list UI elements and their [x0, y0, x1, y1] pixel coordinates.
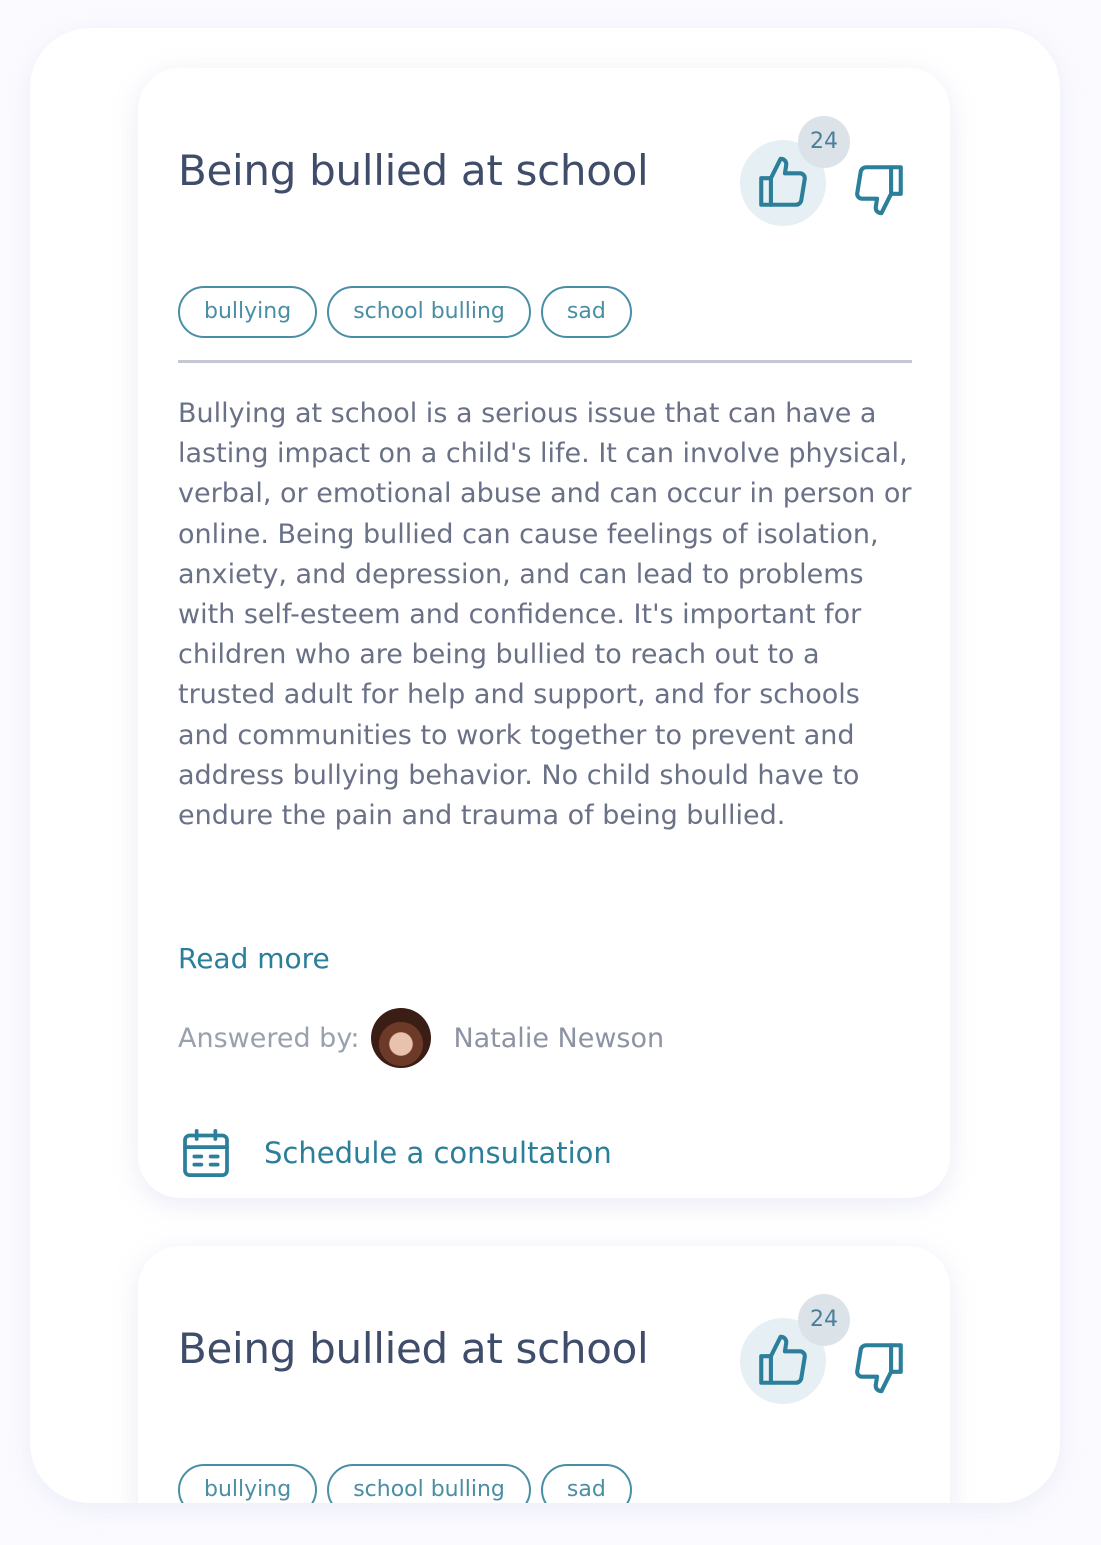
thumbs-up-icon [759, 156, 807, 207]
answerer-name[interactable]: Natalie Newson [453, 1023, 664, 1054]
divider [178, 360, 912, 363]
tag-sad[interactable]: sad [540, 1464, 632, 1503]
question-card: Being bullied at school 24 bullying scho… [138, 68, 950, 1198]
like-count-badge: 24 [798, 116, 850, 168]
dislike-button[interactable] [850, 1338, 908, 1400]
thumbs-up-icon [759, 1334, 807, 1385]
tag-school-bulling[interactable]: school bulling [327, 1464, 531, 1503]
tag-list: bullying school bulling sad [178, 1464, 632, 1503]
schedule-consultation-label: Schedule a consultation [264, 1136, 612, 1170]
like-count-badge: 24 [798, 1294, 850, 1346]
tag-bullying[interactable]: bullying [178, 286, 318, 338]
card-title: Being bullied at school [178, 146, 649, 195]
tag-list: bullying school bulling sad [178, 286, 632, 338]
thumbs-down-icon [855, 1343, 903, 1394]
avatar[interactable] [371, 1008, 432, 1068]
thumbs-down-icon [855, 165, 903, 216]
answered-by-label: Answered by: [178, 1022, 360, 1054]
read-more-link[interactable]: Read more [178, 942, 330, 975]
tag-school-bulling[interactable]: school bulling [327, 286, 531, 338]
dislike-button[interactable] [850, 160, 908, 222]
card-title: Being bullied at school [178, 1324, 649, 1373]
feed-container: Being bullied at school 24 bullying scho… [30, 28, 1060, 1503]
answered-by-row: Answered by: Natalie Newson [178, 1008, 664, 1068]
schedule-consultation-button[interactable]: Schedule a consultation [178, 1124, 612, 1182]
tag-sad[interactable]: sad [540, 286, 632, 338]
answer-body: Bullying at school is a serious issue th… [178, 398, 912, 832]
tag-bullying[interactable]: bullying [178, 1464, 318, 1503]
question-card: Being bullied at school 24 bullying scho… [138, 1246, 950, 1503]
calendar-icon [183, 1128, 229, 1178]
